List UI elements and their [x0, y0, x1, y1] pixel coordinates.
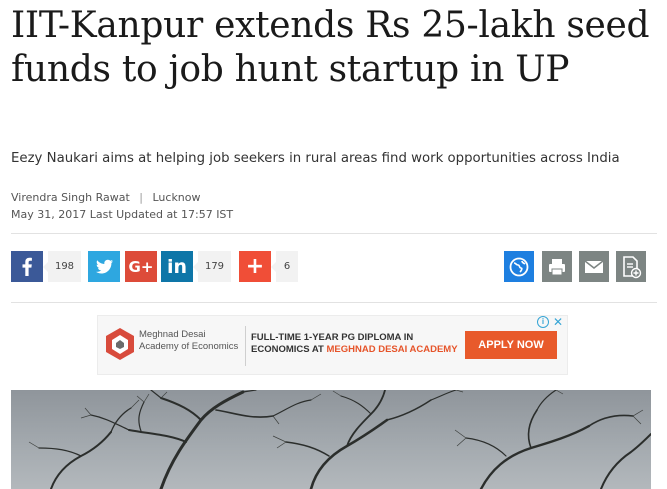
ad-divider: [245, 326, 246, 366]
ad-copy: FULL-TIME 1-YEAR PG DIPLOMA IN ECONOMICS…: [251, 332, 458, 356]
apply-now-button[interactable]: APPLY NOW: [465, 331, 557, 359]
googleplus-share-button[interactable]: G+: [125, 251, 157, 282]
divider-top: [11, 233, 657, 234]
article-headline: IIT-Kanpur extends Rs 25-lakh seed funds…: [11, 5, 650, 90]
ad-copy-line2-text: ECONOMICS AT: [251, 344, 327, 355]
add-document-icon: [623, 255, 642, 278]
divider-bottom: [11, 302, 657, 303]
linkedin-icon: in: [166, 255, 188, 278]
facebook-icon: [22, 257, 32, 276]
article-photo: [11, 390, 651, 489]
print-icon: [549, 258, 565, 275]
twitter-icon: [96, 259, 113, 274]
print-button[interactable]: [542, 251, 572, 282]
ad-banner[interactable]: Meghnad Desai Academy of Economics FULL-…: [97, 315, 568, 375]
article-page: IIT-Kanpur extends Rs 25-lakh seed funds…: [0, 0, 667, 489]
globe-icon: [509, 257, 529, 276]
googleplus-icon: G+: [128, 257, 154, 276]
plus-icon: +: [245, 254, 265, 279]
facebook-share-button[interactable]: [11, 251, 43, 282]
translate-button[interactable]: [504, 251, 534, 282]
byline-separator: |: [139, 191, 143, 204]
byline: Virendra Singh Rawat | Lucknow: [11, 191, 201, 204]
location-label: Lucknow: [152, 191, 201, 204]
facebook-share-count: 198: [43, 251, 81, 282]
author-link[interactable]: Virendra Singh Rawat: [11, 191, 130, 204]
more-share-button[interactable]: +: [239, 251, 271, 282]
ad-copy-highlight: MEGHNAD DESAI ACADEMY: [326, 344, 458, 355]
ad-info-icon[interactable]: i: [536, 316, 549, 328]
ad-brand-name: Meghnad Desai Academy of Economics: [139, 329, 238, 353]
academy-logo: [106, 328, 134, 360]
ad-copy-line1: FULL-TIME 1-YEAR PG DIPLOMA IN: [251, 332, 414, 343]
article-subhead: Eezy Naukari aims at helping job seekers…: [11, 151, 620, 166]
ad-brand-line1: Meghnad Desai: [139, 329, 206, 340]
ad-brand-line2: Academy of Economics: [139, 341, 239, 352]
more-share-count: 6: [271, 251, 298, 282]
ad-copy-line2: ECONOMICS AT MEGHNAD DESAI ACADEMY: [251, 344, 458, 356]
linkedin-share-button[interactable]: in: [161, 251, 193, 282]
email-icon: [584, 259, 604, 273]
linkedin-share-count: 179: [193, 251, 231, 282]
photo-tree-branches: [28, 390, 651, 489]
ad-close-icon[interactable]: ✕: [553, 316, 563, 328]
article-dateline: May 31, 2017 Last Updated at 17:57 IST: [11, 208, 234, 221]
ad-choices: i ✕: [536, 316, 563, 328]
email-button[interactable]: [579, 251, 609, 282]
add-to-portfolio-button[interactable]: [616, 251, 646, 282]
twitter-share-button[interactable]: [88, 251, 120, 282]
